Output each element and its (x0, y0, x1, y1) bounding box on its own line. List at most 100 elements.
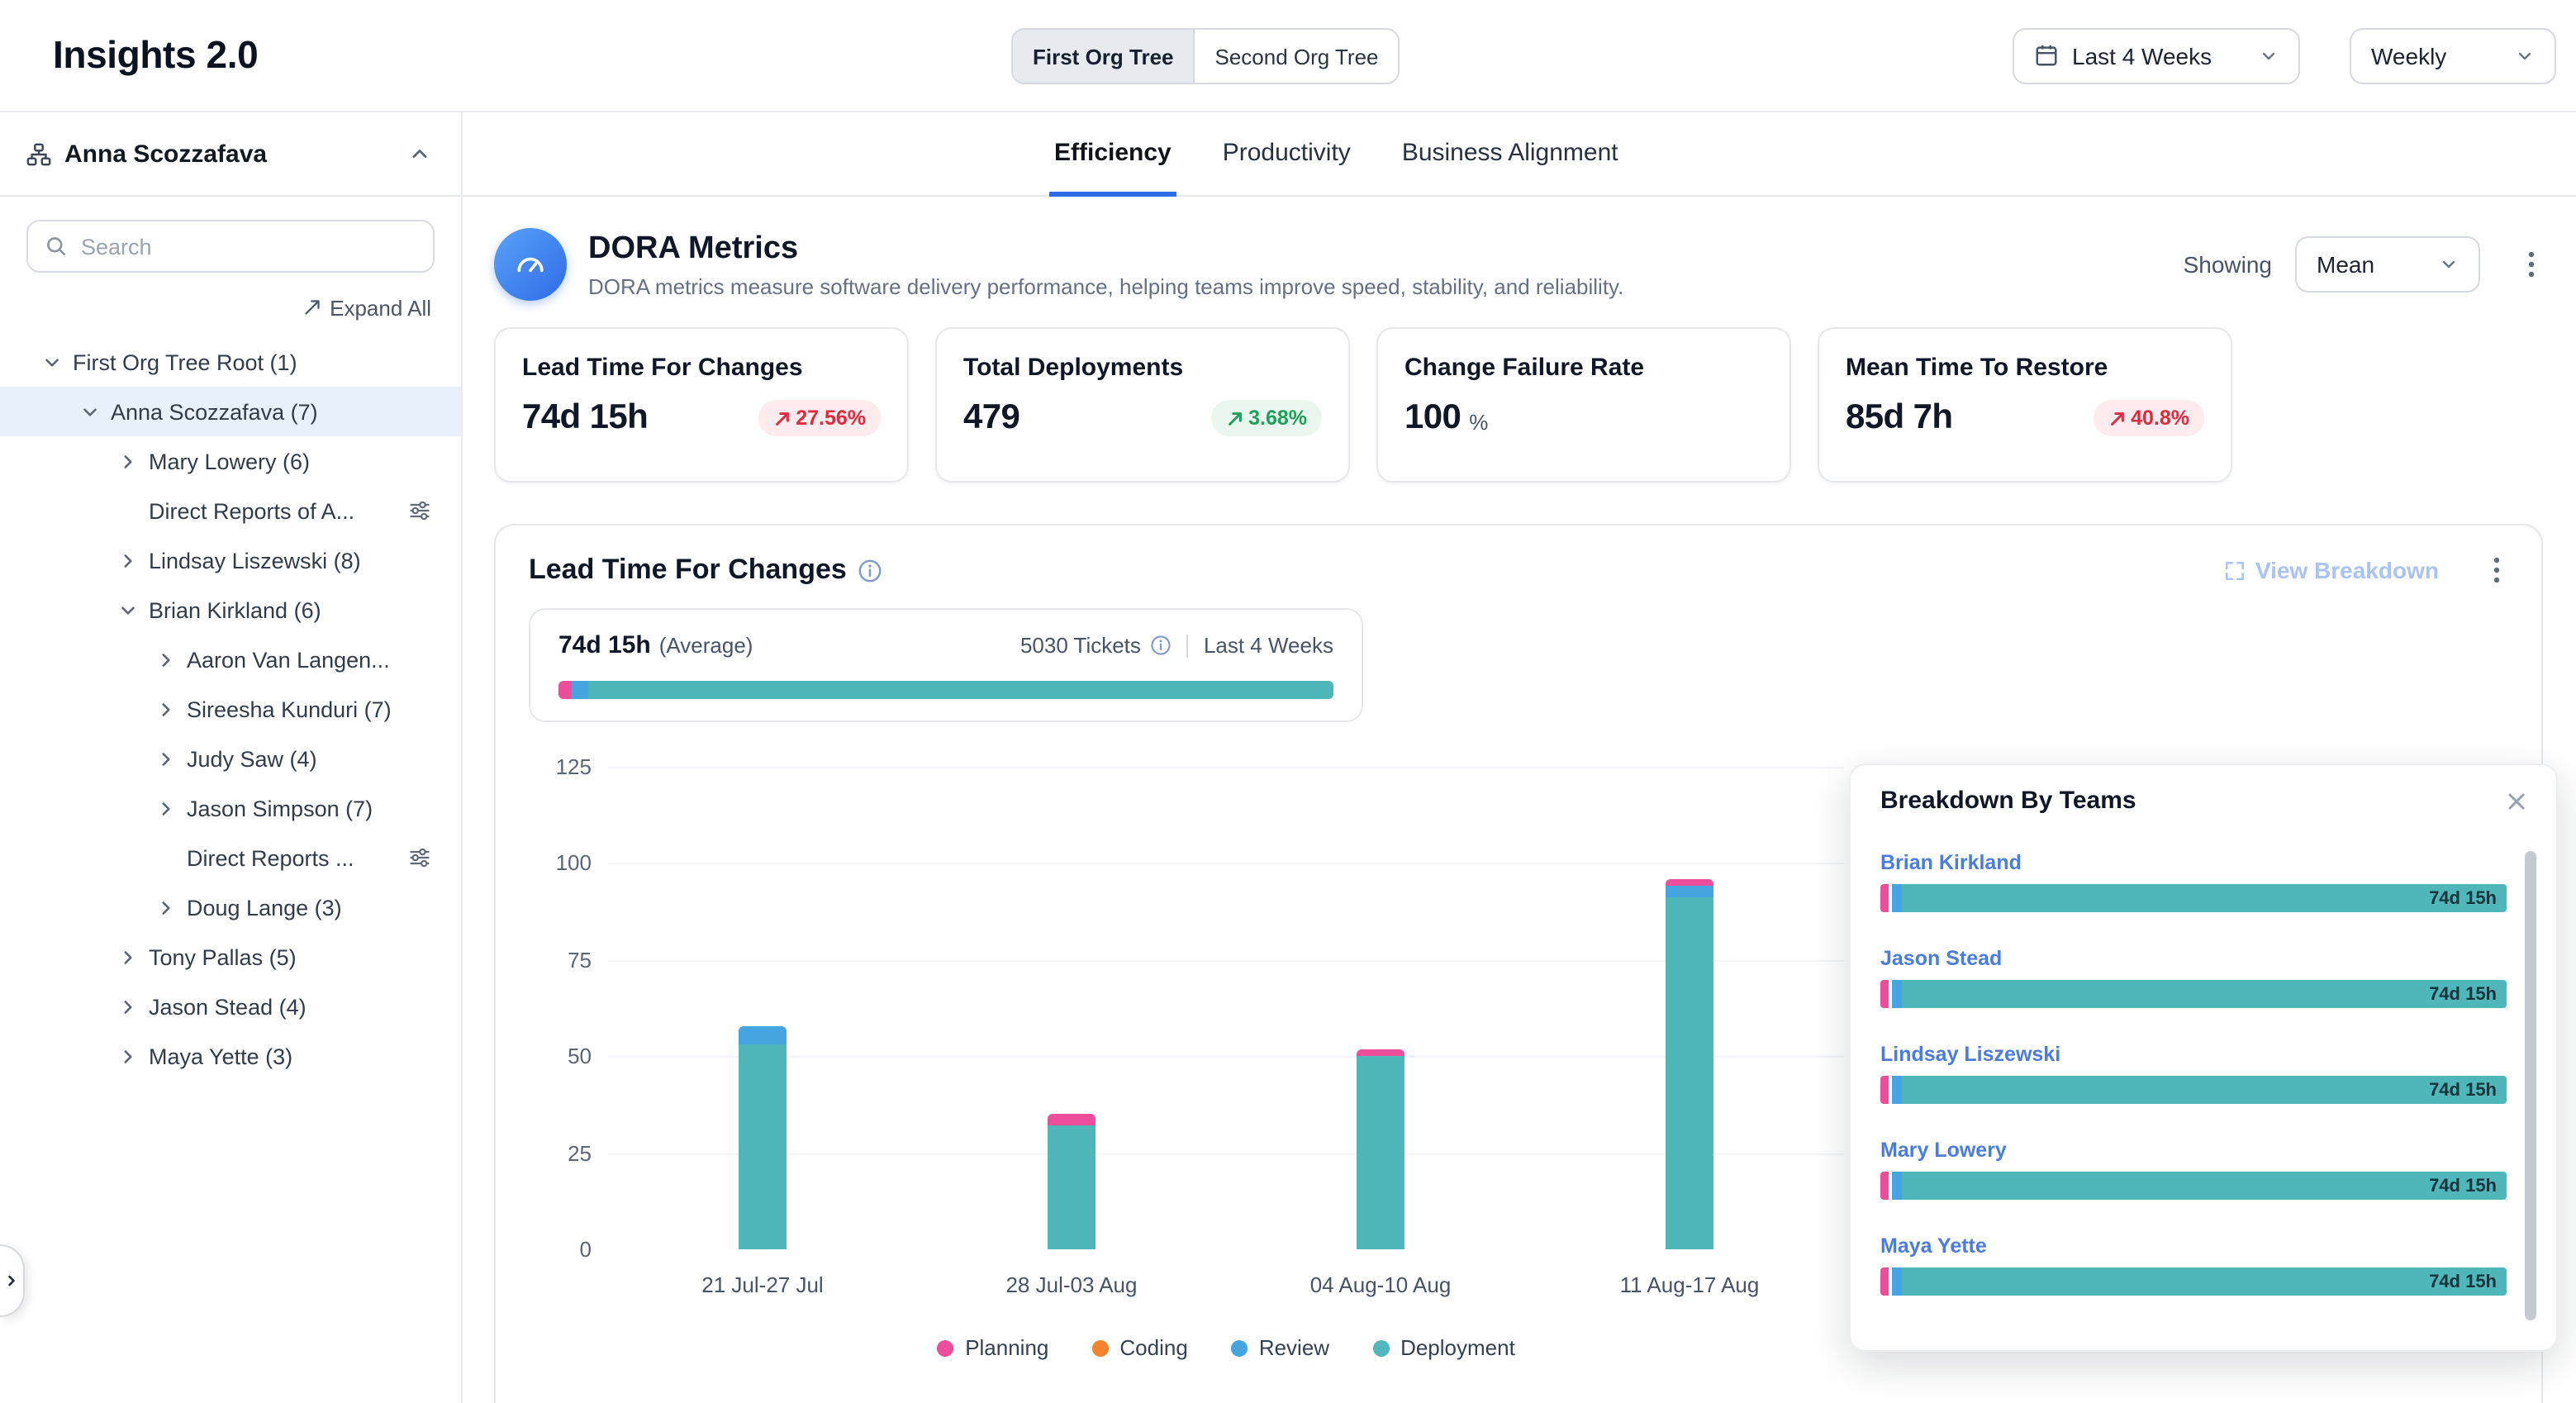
trend-up-icon (1225, 409, 1243, 427)
toggle-second-org-tree[interactable]: Second Org Tree (1194, 30, 1399, 83)
team-name-link[interactable]: Mary Lowery (1880, 1139, 2507, 1162)
legend-dot (1091, 1339, 1108, 1356)
showing-label: Showing (2184, 251, 2272, 278)
summary-bar-segment-review (572, 681, 588, 699)
period-label: Last 4 Weeks (1204, 633, 1333, 658)
page-title: Insights 2.0 (53, 33, 258, 78)
legend-dot (1372, 1339, 1389, 1356)
summary-bar-segment-deployment (588, 681, 1333, 699)
chevron-right-icon[interactable] (116, 945, 139, 968)
bar-21-jul-27-jul[interactable] (739, 1025, 787, 1249)
lead-time-summary-card: 74d 15h (Average) 5030 Tickets Last 4 We… (529, 608, 1363, 722)
chevron-right-icon[interactable] (154, 747, 177, 770)
lead-time-title: Lead Time For Changes (529, 554, 847, 587)
team-name-link[interactable]: Maya Yette (1880, 1234, 2507, 1258)
chevron-down-icon[interactable] (116, 598, 139, 621)
x-axis-labels: 21 Jul-27 Jul28 Jul-03 Aug04 Aug-10 Aug1… (608, 1272, 1844, 1297)
bar-11-aug-17-aug[interactable] (1666, 879, 1713, 1249)
team-bar-segment-planning (1880, 1267, 1889, 1296)
info-icon[interactable] (858, 558, 883, 583)
info-icon[interactable] (1151, 635, 1172, 656)
chevron-down-icon[interactable] (40, 350, 63, 373)
tree-item-direct-reports[interactable]: Direct Reports ... (0, 833, 461, 882)
filter-sliders-icon[interactable] (408, 846, 431, 869)
legend-label: Deployment (1400, 1335, 1515, 1360)
tab-business-alignment[interactable]: Business Alignment (1397, 112, 1623, 197)
chevron-right-icon[interactable] (154, 797, 177, 820)
team-name-link[interactable]: Jason Stead (1880, 947, 2507, 970)
tree-item-label: Lindsay Liszewski (8) (149, 548, 361, 573)
chart-more-options-button[interactable] (2485, 554, 2508, 587)
tab-efficiency[interactable]: Efficiency (1049, 112, 1176, 197)
team-value: 74d 15h (2429, 1080, 2497, 1100)
tree-item-label: Jason Simpson (7) (187, 796, 373, 820)
tree-item-aaron-van-langen[interactable]: Aaron Van Langen... (0, 635, 461, 684)
team-lead-time-bar: 74d 15h (1880, 1172, 2507, 1200)
close-button[interactable] (2503, 787, 2530, 814)
tree-item-tony-pallas-5[interactable]: Tony Pallas (5) (0, 932, 461, 982)
team-name-link[interactable]: Brian Kirkland (1880, 851, 2507, 874)
legend-dot (1231, 1339, 1248, 1356)
tree-item-direct-reports-of-a[interactable]: Direct Reports of A... (0, 486, 461, 535)
tree-item-judy-saw-4[interactable]: Judy Saw (4) (0, 734, 461, 783)
chevron-right-icon[interactable] (154, 697, 177, 721)
sidebar-header: Anna Scozzafava (0, 112, 461, 197)
metric-title: Total Deployments (963, 354, 1322, 382)
sidebar-collapse-button[interactable] (405, 139, 435, 169)
dora-more-options-button[interactable] (2520, 248, 2543, 281)
chevron-down-icon (2439, 254, 2459, 274)
tree-item-lindsay-liszewski-8[interactable]: Lindsay Liszewski (8) (0, 535, 461, 585)
average-suffix: (Average) (659, 633, 753, 658)
date-range-dropdown[interactable]: Last 4 Weeks (2013, 27, 2300, 83)
chevron-right-icon[interactable] (116, 995, 139, 1018)
bar-28-jul-03-aug[interactable] (1048, 1115, 1096, 1250)
summary-meta: 5030 Tickets Last 4 Weeks (1020, 633, 1333, 658)
team-bar-segment-deployment: 74d 15h (1902, 884, 2507, 912)
tree-item-jason-simpson-7[interactable]: Jason Simpson (7) (0, 783, 461, 833)
team-bar-segment-review (1892, 980, 1902, 1008)
team-bar-segment-deployment: 74d 15h (1902, 1076, 2507, 1104)
tree-item-sireesha-kunduri-7[interactable]: Sireesha Kunduri (7) (0, 684, 461, 734)
trend-delta: 3.68% (1248, 407, 1307, 430)
expand-all-button[interactable]: Expand All (30, 294, 431, 321)
tree-item-anna-scozzafava-7[interactable]: Anna Scozzafava (7) (0, 387, 461, 436)
bar-segment-deployment (1048, 1126, 1096, 1250)
tree-item-doug-lange-3[interactable]: Doug Lange (3) (0, 882, 461, 932)
dora-header-text: DORA Metrics DORA metrics measure softwa… (588, 231, 1623, 298)
team-row-maya-yette: Maya Yette 74d 15h (1880, 1234, 2507, 1296)
tree-item-mary-lowery-6[interactable]: Mary Lowery (6) (0, 436, 461, 486)
y-axis-label: 25 (542, 1140, 592, 1165)
tab-productivity[interactable]: Productivity (1218, 112, 1356, 197)
tree-item-brian-kirkland-6[interactable]: Brian Kirkland (6) (0, 585, 461, 635)
trend-delta: 27.56% (796, 407, 866, 430)
tree-item-jason-stead-4[interactable]: Jason Stead (4) (0, 982, 461, 1031)
team-lead-time-bar: 74d 15h (1880, 1076, 2507, 1104)
tree-item-maya-yette-3[interactable]: Maya Yette (3) (0, 1031, 461, 1081)
dora-title: DORA Metrics (588, 231, 1623, 267)
chevron-right-icon[interactable] (116, 449, 139, 473)
chevron-right-icon[interactable] (116, 1044, 139, 1068)
granularity-dropdown[interactable]: Weekly (2350, 27, 2556, 83)
chevron-right-icon[interactable] (116, 549, 139, 572)
metric-unit: % (1469, 410, 1488, 438)
tree-item-first-org-tree-root-1[interactable]: First Org Tree Root (1) (0, 337, 461, 387)
team-name-link[interactable]: Lindsay Liszewski (1880, 1043, 2507, 1066)
team-lead-time-bar: 74d 15h (1880, 980, 2507, 1008)
view-breakdown-button[interactable]: View Breakdown (2224, 557, 2439, 583)
summary-text-row: 74d 15h (Average) 5030 Tickets Last 4 We… (558, 631, 1333, 659)
tree-item-label: Direct Reports of A... (149, 498, 354, 523)
legend-label: Coding (1119, 1335, 1187, 1360)
bar-slot (1226, 767, 1535, 1249)
chevron-right-icon[interactable] (154, 896, 177, 919)
team-value: 74d 15h (2429, 1272, 2497, 1291)
bar-segment-planning (1357, 1049, 1404, 1056)
aggregation-dropdown[interactable]: Mean (2295, 236, 2480, 292)
search-input[interactable] (81, 234, 416, 259)
toggle-first-org-tree[interactable]: First Org Tree (1013, 30, 1194, 83)
filter-sliders-icon[interactable] (408, 499, 431, 522)
chevron-down-icon[interactable] (78, 400, 101, 423)
scrollbar-thumb[interactable] (2525, 851, 2536, 1320)
bar-04-aug-10-aug[interactable] (1357, 1049, 1404, 1249)
chevron-right-icon[interactable] (154, 648, 177, 671)
team-bar-segment-review (1892, 1172, 1902, 1200)
